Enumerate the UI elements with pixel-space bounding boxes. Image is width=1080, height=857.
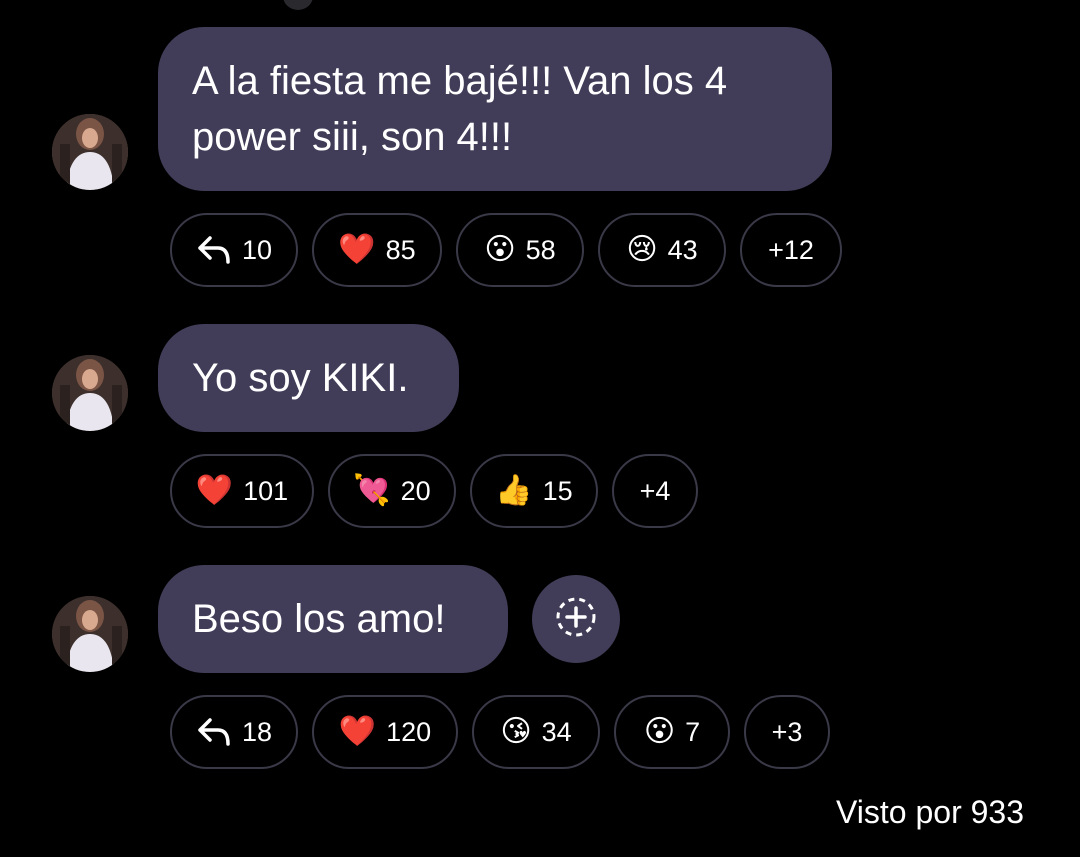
reaction-bar: ❤️ 101 💘 20 👍 15 +4 xyxy=(170,454,698,528)
reaction-chip[interactable]: 😮 58 xyxy=(456,213,584,287)
reply-count-button[interactable]: 10 xyxy=(170,213,298,287)
surprised-face-icon: 😮 xyxy=(643,715,676,748)
reply-arrow-icon xyxy=(196,234,232,266)
more-reactions-button[interactable]: +4 xyxy=(612,454,698,528)
reaction-chip[interactable]: 💘 20 xyxy=(328,454,456,528)
more-reactions-count: +4 xyxy=(639,475,671,506)
message-bubble[interactable]: A la fiesta me bajé!!! Van los 4 power s… xyxy=(158,27,832,191)
reaction-chip[interactable]: 😢 43 xyxy=(598,213,726,287)
reaction-count: 120 xyxy=(386,716,432,747)
reaction-chip[interactable]: 😮 7 xyxy=(614,695,730,769)
add-reaction-button[interactable] xyxy=(532,575,620,663)
red-heart-icon: ❤️ xyxy=(338,233,376,266)
avatar[interactable] xyxy=(52,596,128,672)
add-reaction-icon xyxy=(554,595,598,644)
reaction-count: 85 xyxy=(385,234,416,265)
reply-count-button[interactable]: 18 xyxy=(170,695,298,769)
reaction-bar: 10 ❤️ 85 😮 58 😢 43 +12 xyxy=(170,213,842,287)
more-reactions-count: +3 xyxy=(771,716,803,747)
reaction-chip[interactable]: ❤️ 101 xyxy=(170,454,314,528)
more-reactions-button[interactable]: +12 xyxy=(740,213,842,287)
reaction-count: 10 xyxy=(241,234,273,265)
message-bubble[interactable]: Beso los amo! xyxy=(158,565,508,673)
message-bubble[interactable]: Yo soy KIKI. xyxy=(158,324,459,432)
reaction-chip[interactable]: 😘 34 xyxy=(472,695,600,769)
red-heart-icon: ❤️ xyxy=(338,715,377,748)
reaction-bar: 18 ❤️ 120 😘 34 😮 7 +3 xyxy=(170,695,830,769)
reaction-count: 43 xyxy=(667,234,698,265)
reaction-chip[interactable]: 👍 15 xyxy=(470,454,598,528)
heart-with-arrow-icon: 💘 xyxy=(353,474,391,507)
more-reactions-count: +12 xyxy=(768,234,814,265)
reaction-chip[interactable]: ❤️ 85 xyxy=(312,213,442,287)
thumbs-up-icon: 👍 xyxy=(495,474,533,507)
reaction-count: 18 xyxy=(241,716,273,747)
avatar[interactable] xyxy=(52,355,128,431)
avatar[interactable] xyxy=(52,114,128,190)
reaction-count: 58 xyxy=(525,234,556,265)
chat-screen: A la fiesta me bajé!!! Van los 4 power s… xyxy=(0,0,1080,857)
reaction-count: 15 xyxy=(542,475,573,506)
red-heart-icon: ❤️ xyxy=(195,474,234,507)
reaction-count: 101 xyxy=(243,475,289,506)
reaction-count: 7 xyxy=(685,716,701,747)
more-reactions-button[interactable]: +3 xyxy=(744,695,830,769)
reaction-count: 34 xyxy=(541,716,572,747)
seen-by-count[interactable]: Visto por 933 xyxy=(836,794,1024,831)
reply-arrow-icon xyxy=(196,716,232,748)
kissing-face-icon: 😘 xyxy=(500,715,532,748)
crying-face-icon: 😢 xyxy=(626,233,658,266)
surprised-face-icon: 😮 xyxy=(484,233,516,266)
reaction-chip[interactable]: ❤️ 120 xyxy=(312,695,458,769)
partial-element xyxy=(283,0,313,10)
reaction-count: 20 xyxy=(400,475,431,506)
